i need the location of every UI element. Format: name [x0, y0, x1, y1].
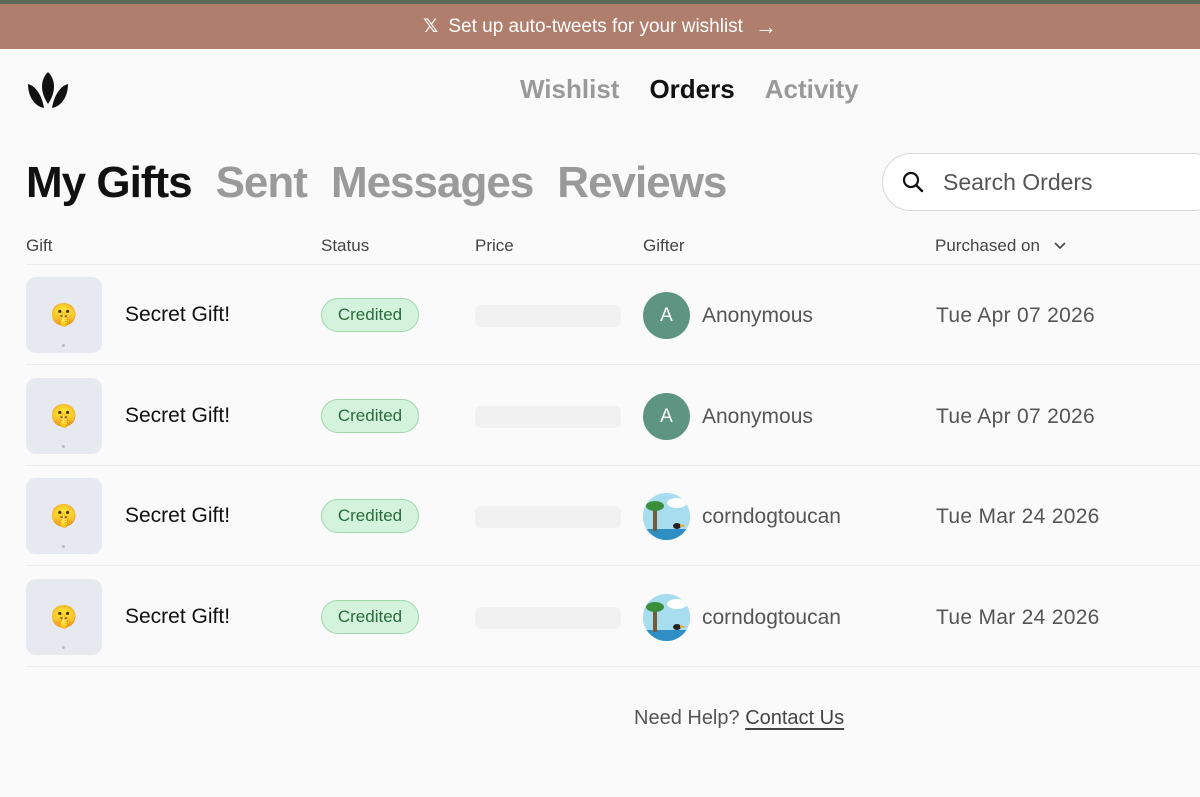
purchase-date: Tue Mar 24 2026 — [936, 606, 1100, 629]
tab-reviews[interactable]: Reviews — [557, 158, 727, 208]
gift-name: Secret Gift! — [125, 605, 231, 628]
col-price: Price — [475, 236, 514, 255]
shushing-emoji-icon: 🤫 — [50, 403, 78, 428]
price-placeholder — [475, 305, 621, 327]
purchase-date: Tue Apr 07 2026 — [936, 405, 1096, 428]
thumb-dot — [62, 445, 65, 448]
price-placeholder — [475, 406, 621, 428]
gift-name: Secret Gift! — [125, 404, 231, 427]
status-badge: Credited — [321, 499, 419, 533]
gift-thumbnail: 🤫 — [26, 579, 102, 655]
tab-messages[interactable]: Messages — [331, 158, 534, 208]
arrow-right-icon: → — [754, 13, 777, 39]
thumb-dot — [62, 344, 65, 347]
auto-tweet-banner[interactable]: 𝕏 Set up auto-tweets for your wishlist → — [0, 4, 1200, 49]
top-navigation: Wishlist Orders Activity — [520, 74, 859, 105]
contact-us-link[interactable]: Contact Us — [745, 707, 844, 729]
table-row[interactable]: 🤫 Secret Gift! Credited corndogtoucan Tu… — [0, 466, 1200, 566]
avatar: A — [643, 292, 690, 339]
avatar — [643, 493, 690, 540]
status-badge: Credited — [321, 399, 419, 433]
chevron-down-icon — [1054, 242, 1066, 250]
col-purchased-on[interactable]: Purchased on — [935, 236, 1066, 256]
x-logo-icon: 𝕏 — [423, 16, 439, 37]
status-badge: Credited — [321, 600, 419, 634]
order-tabs: My Gifts Sent Messages Reviews — [26, 158, 727, 208]
col-status: Status — [321, 236, 370, 255]
gifter-name: Anonymous — [702, 405, 813, 428]
price-placeholder — [475, 607, 621, 629]
banner-text: Set up auto-tweets for your wishlist — [448, 15, 743, 37]
col-gifter: Gifter — [643, 236, 685, 255]
purchase-date: Tue Apr 07 2026 — [936, 304, 1096, 327]
shushing-emoji-icon: 🤫 — [50, 604, 78, 629]
nav-orders[interactable]: Orders — [649, 74, 734, 105]
gift-name: Secret Gift! — [125, 504, 231, 527]
purchase-date: Tue Mar 24 2026 — [936, 505, 1100, 528]
thumb-dot — [62, 545, 65, 548]
gifter-name: Anonymous — [702, 304, 813, 327]
brand-logo-icon[interactable] — [26, 70, 70, 110]
help-prefix: Need Help? — [634, 707, 740, 729]
avatar — [643, 594, 690, 641]
help-footer: Need Help? Contact Us — [634, 707, 844, 730]
gift-thumbnail: 🤫 — [26, 478, 102, 554]
search-icon — [902, 171, 924, 193]
table-row[interactable]: 🤫 Secret Gift! Credited A Anonymous Tue … — [0, 265, 1200, 365]
gifter-name: corndogtoucan — [702, 505, 841, 528]
nav-wishlist[interactable]: Wishlist — [520, 74, 619, 105]
gift-thumbnail: 🤫 — [26, 378, 102, 454]
col-gift: Gift — [26, 236, 53, 255]
thumb-dot — [62, 646, 65, 649]
row-divider — [26, 364, 1200, 365]
table-row[interactable]: 🤫 Secret Gift! Credited A Anonymous Tue … — [0, 366, 1200, 466]
tab-my-gifts[interactable]: My Gifts — [26, 158, 193, 208]
row-divider — [26, 565, 1200, 566]
gift-name: Secret Gift! — [125, 303, 231, 326]
search-box[interactable] — [882, 153, 1200, 211]
nav-activity[interactable]: Activity — [765, 74, 859, 105]
avatar: A — [643, 393, 690, 440]
price-placeholder — [475, 506, 621, 528]
status-badge: Credited — [321, 298, 419, 332]
toucan-avatar-icon — [643, 594, 690, 641]
tab-sent[interactable]: Sent — [216, 158, 308, 208]
toucan-avatar-icon — [643, 493, 690, 540]
col-purchased-label: Purchased on — [935, 236, 1040, 255]
gift-thumbnail: 🤫 — [26, 277, 102, 353]
gifter-name: corndogtoucan — [702, 606, 841, 629]
search-input[interactable] — [943, 168, 1163, 196]
shushing-emoji-icon: 🤫 — [50, 503, 78, 528]
table-row[interactable]: 🤫 Secret Gift! Credited corndogtoucan Tu… — [0, 567, 1200, 667]
row-divider — [26, 666, 1200, 667]
shushing-emoji-icon: 🤫 — [50, 302, 78, 327]
